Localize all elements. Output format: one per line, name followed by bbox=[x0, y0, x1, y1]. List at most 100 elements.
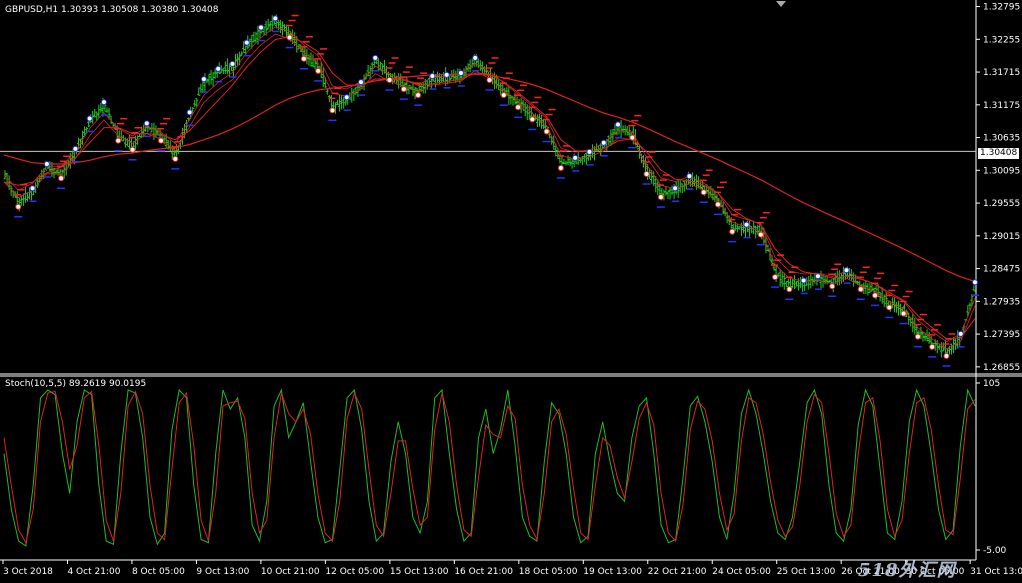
buy-signal-dot bbox=[429, 73, 436, 80]
sell-signal-dot bbox=[315, 67, 322, 74]
sell-signal-dot bbox=[886, 304, 893, 311]
sell-signal-dot bbox=[914, 333, 921, 340]
buy-signal-dot bbox=[800, 277, 807, 284]
time-tick-label: 10 Oct 21:00 bbox=[261, 567, 320, 577]
buy-signal-dot bbox=[672, 185, 679, 192]
buy-signal-dot bbox=[686, 173, 693, 180]
time-tick-label: 31 Oct 13:00 bbox=[970, 567, 1022, 577]
price-tick-label: 1.28475 bbox=[983, 265, 1020, 275]
sell-signal-dot bbox=[543, 128, 550, 135]
price-tick-label: 1.27395 bbox=[983, 330, 1020, 340]
buy-signal-dot bbox=[743, 221, 750, 228]
buy-signal-dot bbox=[472, 54, 479, 61]
price-tick-label: 1.31175 bbox=[983, 101, 1020, 111]
time-tick-label: 9 Oct 13:00 bbox=[196, 567, 249, 577]
stoch-chart-title: Stoch(10,5,5) 89.2619 90.0195 bbox=[5, 379, 147, 389]
sell-signal-dot bbox=[772, 274, 779, 281]
time-tick-label: 3 Oct 2018 bbox=[3, 567, 53, 577]
time-tick-label: 15 Oct 13:00 bbox=[390, 567, 449, 577]
buy-signal-dot bbox=[86, 115, 93, 122]
sell-signal-dot bbox=[529, 116, 536, 123]
sell-signal-dot bbox=[486, 77, 493, 83]
sell-signal-dot bbox=[729, 228, 736, 235]
buy-signal-dot bbox=[343, 94, 350, 101]
current-price-label: 1.30408 bbox=[978, 148, 1020, 159]
time-tick-label: 16 Oct 21:00 bbox=[454, 567, 513, 577]
buy-signal-dot bbox=[843, 267, 850, 274]
buy-signal-dot bbox=[615, 121, 622, 128]
buy-signal-dot bbox=[957, 330, 964, 337]
sell-signal-dot bbox=[657, 194, 664, 201]
buy-signal-dot bbox=[372, 54, 379, 61]
buy-signal-dot bbox=[100, 99, 107, 106]
sell-signal-dot bbox=[829, 283, 836, 290]
price-tick-label: 1.29015 bbox=[983, 232, 1020, 242]
sell-signal-dot bbox=[857, 286, 864, 293]
sell-signal-dot bbox=[115, 137, 122, 144]
buy-signal-dot bbox=[29, 185, 36, 192]
price-tick-label: 1.32795 bbox=[983, 3, 1020, 13]
price-bars bbox=[3, 14, 976, 358]
sell-signal-dot bbox=[400, 86, 407, 93]
price-chart[interactable]: 1.32795 1.32255 1.31715 1.31175 1.30635 1.300… bbox=[0, 0, 1022, 583]
buy-signal-dot bbox=[243, 39, 250, 46]
scroll-shift-marker bbox=[776, 1, 786, 7]
sell-signal-dot bbox=[515, 104, 522, 111]
buy-signal-dot bbox=[272, 15, 279, 22]
sell-signal-dot bbox=[415, 92, 422, 99]
stoch-tick-label: 105 bbox=[983, 379, 1000, 389]
sell-signal-dot bbox=[58, 175, 65, 182]
sell-signal-dot bbox=[900, 310, 907, 317]
buy-signal-dot bbox=[143, 120, 150, 127]
sell-signal-dot bbox=[172, 155, 179, 162]
buy-signal-dot bbox=[186, 109, 193, 116]
buy-signal-dot bbox=[586, 148, 593, 155]
time-tick-label: 22 Oct 21:00 bbox=[648, 567, 707, 577]
time-tick-label: 24 Oct 05:00 bbox=[712, 567, 771, 577]
time-tick-label: 19 Oct 13:00 bbox=[583, 567, 642, 577]
time-tick-label: 4 Oct 21:00 bbox=[67, 567, 120, 577]
sell-signal-dot bbox=[300, 55, 307, 62]
moving-average-slow-line bbox=[3, 73, 976, 283]
price-tick-label: 1.30095 bbox=[983, 166, 1020, 176]
buy-signal-dot bbox=[814, 273, 821, 280]
sell-signal-dot bbox=[929, 343, 936, 350]
buy-signal-dot bbox=[572, 154, 579, 161]
price-tick-label: 1.29555 bbox=[983, 199, 1020, 209]
buy-signal-dot bbox=[43, 160, 50, 167]
price-tick-label: 1.32255 bbox=[983, 35, 1020, 45]
buy-signal-dot bbox=[600, 139, 607, 146]
sell-signal-dot bbox=[15, 203, 22, 210]
price-chart-title: GBPUSD,H1 1.30393 1.30508 1.30380 1.3040… bbox=[5, 5, 219, 15]
sell-signal-dot bbox=[629, 134, 636, 141]
sell-signal-dot bbox=[757, 231, 764, 238]
stoch-tick-label: -5.00 bbox=[983, 546, 1007, 556]
sell-signal-dot bbox=[129, 146, 136, 153]
buy-signal-dot bbox=[72, 145, 79, 152]
buy-signal-dot bbox=[972, 279, 978, 286]
signal-markers bbox=[14, 14, 979, 367]
buy-signal-dot bbox=[229, 60, 236, 67]
time-tick-label: 8 Oct 05:00 bbox=[132, 567, 185, 577]
sell-signal-dot bbox=[943, 352, 950, 359]
sell-signal-dot bbox=[329, 107, 336, 114]
price-tick-label: 1.26855 bbox=[983, 363, 1020, 373]
watermark-logo: 518外汇网 bbox=[858, 560, 956, 581]
time-tick-label: 18 Oct 05:00 bbox=[519, 567, 578, 577]
stochastic-signal-line bbox=[3, 390, 976, 545]
sell-signal-dot bbox=[158, 137, 165, 144]
stochastic-main-line bbox=[3, 388, 976, 547]
buy-signal-dot bbox=[200, 76, 207, 83]
chart-window: 1.32795 1.32255 1.31715 1.31175 1.30635 1.300… bbox=[0, 0, 1022, 583]
buy-signal-dot bbox=[443, 71, 450, 78]
sell-signal-dot bbox=[500, 92, 507, 99]
time-tick-label: 12 Oct 05:00 bbox=[325, 567, 384, 577]
sell-signal-dot bbox=[643, 171, 650, 178]
price-tick-label: 1.31715 bbox=[983, 68, 1020, 78]
buy-signal-dot bbox=[457, 70, 464, 76]
sell-signal-dot bbox=[786, 286, 793, 293]
buy-signal-dot bbox=[258, 24, 265, 31]
buy-signal-dot bbox=[215, 65, 222, 72]
price-tick-label: 1.30635 bbox=[983, 134, 1020, 144]
sell-signal-dot bbox=[700, 189, 707, 196]
